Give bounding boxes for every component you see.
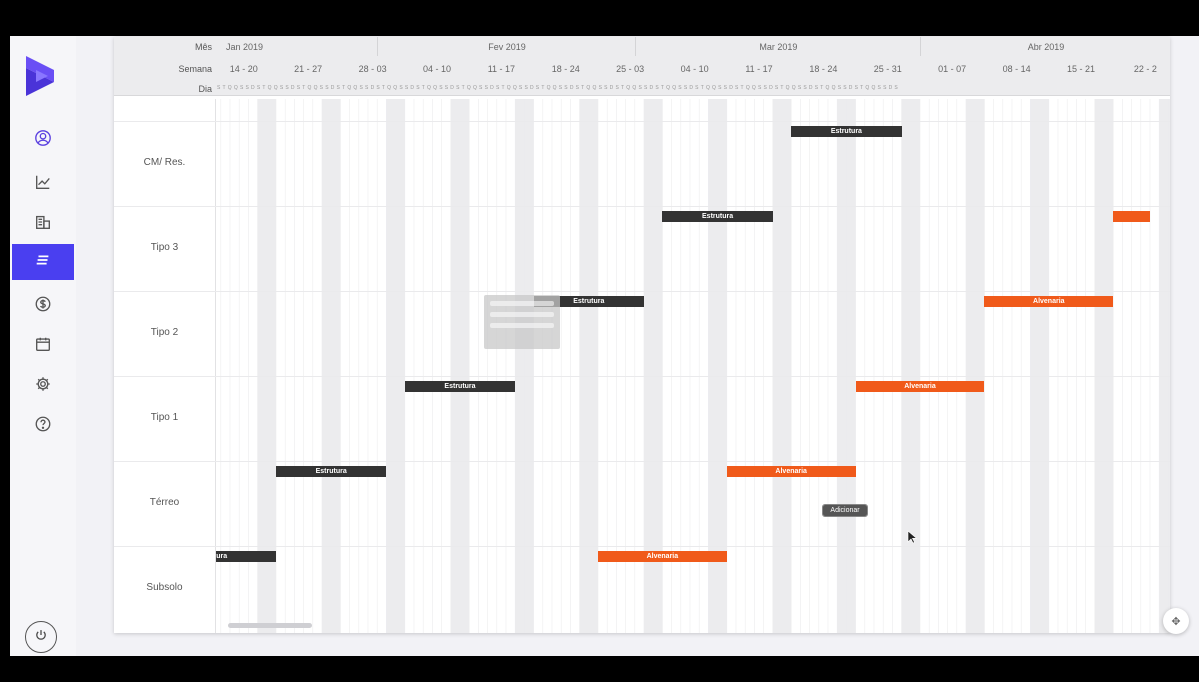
week-cell: 18 - 24 [809,64,838,74]
horizontal-scrollbar[interactable] [228,623,312,628]
row-label: Tipo 3 [150,242,179,253]
day-header-label: Dia [198,84,212,94]
timeline-grid[interactable]: Estrutura Estrutura Estrutura Alvenaria Estr… [216,99,1170,633]
row-separator [114,206,1170,207]
row-separator [114,291,1170,292]
week-cell: 15 - 21 [1066,64,1095,74]
mouse-cursor-icon [907,530,918,549]
sidebar [10,36,76,656]
week-cell: 04 - 10 [422,64,451,74]
drag-placeholder [484,295,560,349]
gear-icon [34,375,52,398]
week-cell: 14 - 20 [229,64,258,74]
row-label: Térreo [149,497,180,508]
task-bar[interactable]: Estrutura [791,126,902,137]
week-cell: 25 - 31 [873,64,902,74]
week-cell: 22 - 2 [1133,64,1157,74]
month-cell: Fev 2019 [377,37,636,56]
power-icon [34,628,48,647]
row-label: CM/ Res. [143,157,186,168]
add-task-button[interactable]: Adicionar [822,504,868,517]
task-bar[interactable]: Estrutura [662,211,773,222]
buildings-icon [34,213,52,236]
power-button[interactable] [25,621,57,653]
dollar-icon [34,295,52,318]
week-cell: 25 - 03 [616,64,645,74]
calendar-icon [34,335,52,358]
week-header-label: Semana [178,64,212,74]
task-bar[interactable] [1113,211,1150,222]
row-separator [114,376,1170,377]
week-cell: 08 - 14 [1002,64,1031,74]
task-bar[interactable]: Estrutura [216,551,276,562]
week-cell: 28 - 03 [358,64,387,74]
brand-logo[interactable] [22,50,62,102]
task-bar[interactable]: Estrutura [276,466,387,477]
nav-calendar[interactable] [10,328,76,364]
move-icon: ✥ [1171,615,1181,628]
week-header: Semana 14 - 20 21 - 27 28 - 03 04 - 10 11 - … [114,56,1170,83]
move-button[interactable]: ✥ [1163,608,1189,634]
month-cell: Abr 2019 [920,37,1170,56]
week-cell: 11 - 17 [745,64,773,74]
row-labels: CM/ Res. Tipo 3 Tipo 2 Tipo 1 Térreo Subsolo [114,99,216,633]
gantt-body: Estrutura Estrutura Estrutura Alvenaria Estr… [114,99,1170,633]
day-header: Dia STQQSSDSTQQSSDSTQQSSDSTQQSSDSTQQSSDS… [114,82,1170,96]
month-header-label: Mês [194,42,212,52]
row-separator [114,121,1170,122]
day-letters: STQQSSDSTQQSSDSTQQSSDSTQQSSDSTQQSSDSTQQS… [217,85,900,91]
gantt-card: Mês Jan 2019 Fev 2019 Mar 2019 Abr 2019 Sem… [114,37,1170,633]
nav-schedule[interactable] [12,244,74,280]
month-header: Mês Jan 2019 Fev 2019 Mar 2019 Abr 2019 [114,37,1170,57]
nav-reports[interactable] [10,166,76,202]
week-cell: 11 - 17 [487,64,516,74]
week-cell: 04 - 10 [680,64,709,74]
nav-settings[interactable] [10,368,76,404]
week-cell: 21 - 27 [294,64,323,74]
nav-finance[interactable] [10,288,76,324]
help-icon [34,415,52,438]
month-cell: Jan 2019 [226,41,264,52]
task-bar[interactable]: Alvenaria [598,551,727,562]
task-bar[interactable]: Alvenaria [984,296,1114,307]
user-circle-icon [34,129,52,152]
list-icon [34,251,52,274]
nav-buildings[interactable] [10,206,76,242]
task-bar[interactable]: Alvenaria [726,466,856,477]
week-cell: 01 - 07 [938,64,967,74]
app-window: Mês Jan 2019 Fev 2019 Mar 2019 Abr 2019 Sem… [10,36,1199,656]
task-bar[interactable]: Alvenaria [855,381,985,392]
task-bar[interactable]: Estrutura [404,381,516,392]
row-label: Tipo 2 [150,327,179,338]
row-label: Subsolo [146,582,183,593]
month-cell: Mar 2019 [634,37,921,56]
row-separator [114,546,1170,547]
nav-help[interactable] [10,408,76,444]
row-label: Tipo 1 [150,412,179,423]
line-chart-icon [34,173,52,196]
row-separator [114,461,1170,462]
week-cell: 18 - 24 [551,64,580,74]
nav-profile[interactable] [10,122,76,158]
